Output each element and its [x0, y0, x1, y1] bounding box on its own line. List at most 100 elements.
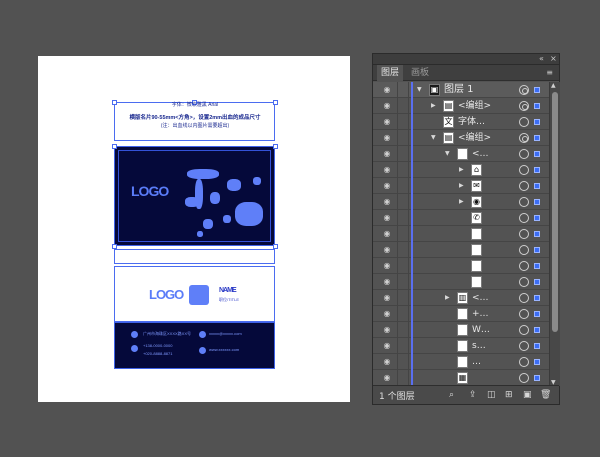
target-circle-icon[interactable]	[519, 341, 529, 351]
target-circle-icon[interactable]	[519, 117, 529, 127]
lock-toggle[interactable]	[397, 370, 409, 386]
layer-item-row[interactable]: ◉ 文字体…	[373, 114, 549, 130]
visibility-eye-icon[interactable]: ◉	[382, 325, 392, 335]
lock-toggle[interactable]	[397, 322, 409, 338]
export-icon[interactable]: ⇪	[469, 389, 477, 401]
lock-toggle[interactable]	[397, 130, 409, 146]
layer-item-row[interactable]: ◉…	[373, 354, 549, 370]
layer-item-row[interactable]: ◉	[373, 226, 549, 242]
layer-name[interactable]: <…	[472, 148, 489, 160]
target-circle-icon[interactable]	[519, 261, 529, 271]
scroll-thumb[interactable]	[552, 92, 558, 332]
selection-square-icon[interactable]	[534, 279, 540, 285]
selection-square-icon[interactable]	[534, 263, 540, 269]
lock-toggle[interactable]	[397, 242, 409, 258]
lock-toggle[interactable]	[397, 82, 409, 98]
layer-item-row[interactable]: ◉	[373, 258, 549, 274]
target-circle-icon[interactable]	[519, 373, 529, 383]
lock-toggle[interactable]	[397, 114, 409, 130]
new-layer-icon[interactable]: ▣	[523, 389, 532, 401]
selection-square-icon[interactable]	[534, 103, 540, 109]
selection-square-icon[interactable]	[534, 215, 540, 221]
target-circle-icon[interactable]	[519, 101, 529, 111]
clip-mask-icon[interactable]: ◫	[487, 389, 496, 401]
visibility-eye-icon[interactable]: ◉	[382, 357, 392, 367]
visibility-eye-icon[interactable]: ◉	[382, 101, 392, 111]
visibility-eye-icon[interactable]: ◉	[382, 229, 392, 239]
layer-item-row[interactable]: ◉ ▼ <…	[373, 146, 549, 162]
target-circle-icon[interactable]	[519, 165, 529, 175]
visibility-eye-icon[interactable]: ◉	[382, 277, 392, 287]
close-icon[interactable]: ×	[550, 54, 557, 64]
target-circle-icon[interactable]	[519, 245, 529, 255]
lock-toggle[interactable]	[397, 146, 409, 162]
layer-row[interactable]: ◉ ▼ ▣ 图层 1	[373, 82, 549, 98]
layer-item-row[interactable]: ◉	[373, 242, 549, 258]
selection-handle[interactable]	[273, 144, 278, 149]
card-back-bottom[interactable]: 广州市海珠区XXXX路XX号 xxxxx@xxxxx.com +138-0000…	[114, 322, 275, 369]
layer-item-row[interactable]: ◉ s…	[373, 338, 549, 354]
layer-name[interactable]: +…	[472, 308, 489, 320]
layers-scrollbar[interactable]: ▲ ▼	[549, 82, 560, 386]
expand-toggle-icon[interactable]: ▶	[431, 101, 436, 111]
target-circle-icon[interactable]	[519, 85, 529, 95]
new-sublayer-icon[interactable]: ⊞	[505, 389, 513, 401]
visibility-eye-icon[interactable]: ◉	[382, 133, 392, 143]
layer-item-row[interactable]: ◉ +…	[373, 306, 549, 322]
expand-toggle-icon[interactable]: ▶	[459, 181, 464, 191]
visibility-eye-icon[interactable]: ◉	[382, 85, 392, 95]
lock-toggle[interactable]	[397, 194, 409, 210]
lock-toggle[interactable]	[397, 354, 409, 370]
lock-toggle[interactable]	[397, 210, 409, 226]
lock-toggle[interactable]	[397, 274, 409, 290]
target-circle-icon[interactable]	[519, 133, 529, 143]
selection-square-icon[interactable]	[534, 199, 540, 205]
target-circle-icon[interactable]	[519, 357, 529, 367]
layer-item-row[interactable]: ◉ ▶ ▥ <…	[373, 290, 549, 306]
expand-toggle-icon[interactable]: ▶	[459, 165, 464, 175]
target-circle-icon[interactable]	[519, 213, 529, 223]
panel-menu-icon[interactable]: ≡	[546, 68, 553, 77]
visibility-eye-icon[interactable]: ◉	[382, 149, 392, 159]
expand-toggle-icon[interactable]: ▶	[459, 197, 464, 207]
target-circle-icon[interactable]	[519, 149, 529, 159]
target-circle-icon[interactable]	[519, 181, 529, 191]
layer-item-row[interactable]: ◉ ▼ ▤ <编组>	[373, 130, 549, 146]
layer-name[interactable]: …	[472, 356, 481, 368]
tab-artboards[interactable]: 画板	[407, 65, 433, 81]
target-circle-icon[interactable]	[519, 277, 529, 287]
tab-layers[interactable]: 图层	[377, 65, 404, 81]
lock-toggle[interactable]	[397, 290, 409, 306]
visibility-eye-icon[interactable]: ◉	[382, 117, 392, 127]
layer-item-row[interactable]: ◉ ✆	[373, 210, 549, 226]
selection-square-icon[interactable]	[534, 295, 540, 301]
layer-name[interactable]: <编组>	[458, 100, 491, 112]
spacer-frame[interactable]	[114, 249, 275, 264]
lock-toggle[interactable]	[397, 226, 409, 242]
layer-item-row[interactable]: ◉ ▦	[373, 370, 549, 386]
layer-name[interactable]: <编组>	[458, 132, 491, 144]
delete-icon[interactable]: 🗑	[540, 389, 551, 401]
layer-item-row[interactable]: ◉ ▶ ◉	[373, 194, 549, 210]
selection-square-icon[interactable]	[534, 87, 540, 93]
visibility-eye-icon[interactable]: ◉	[382, 197, 392, 207]
double-chevron-icon[interactable]: «	[539, 54, 544, 64]
selection-square-icon[interactable]	[534, 343, 540, 349]
lock-toggle[interactable]	[397, 162, 409, 178]
selection-square-icon[interactable]	[534, 119, 540, 125]
card-back-top[interactable]: LOGO NAME 职位/TITLE	[114, 266, 275, 322]
search-icon[interactable]: ⌕	[449, 389, 454, 401]
selection-square-icon[interactable]	[534, 247, 540, 253]
selection-square-icon[interactable]	[534, 167, 540, 173]
layer-item-row[interactable]: ◉ W…	[373, 322, 549, 338]
visibility-eye-icon[interactable]: ◉	[382, 245, 392, 255]
expand-toggle-icon[interactable]: ▼	[417, 85, 422, 95]
layer-name[interactable]: W…	[472, 324, 490, 336]
target-circle-icon[interactable]	[519, 325, 529, 335]
visibility-eye-icon[interactable]: ◉	[382, 213, 392, 223]
target-circle-icon[interactable]	[519, 197, 529, 207]
panel-title-bar[interactable]: « ×	[373, 54, 559, 65]
target-circle-icon[interactable]	[519, 229, 529, 239]
selection-square-icon[interactable]	[534, 231, 540, 237]
layer-item-row[interactable]: ◉ ▶ ▤ <编组>	[373, 98, 549, 114]
